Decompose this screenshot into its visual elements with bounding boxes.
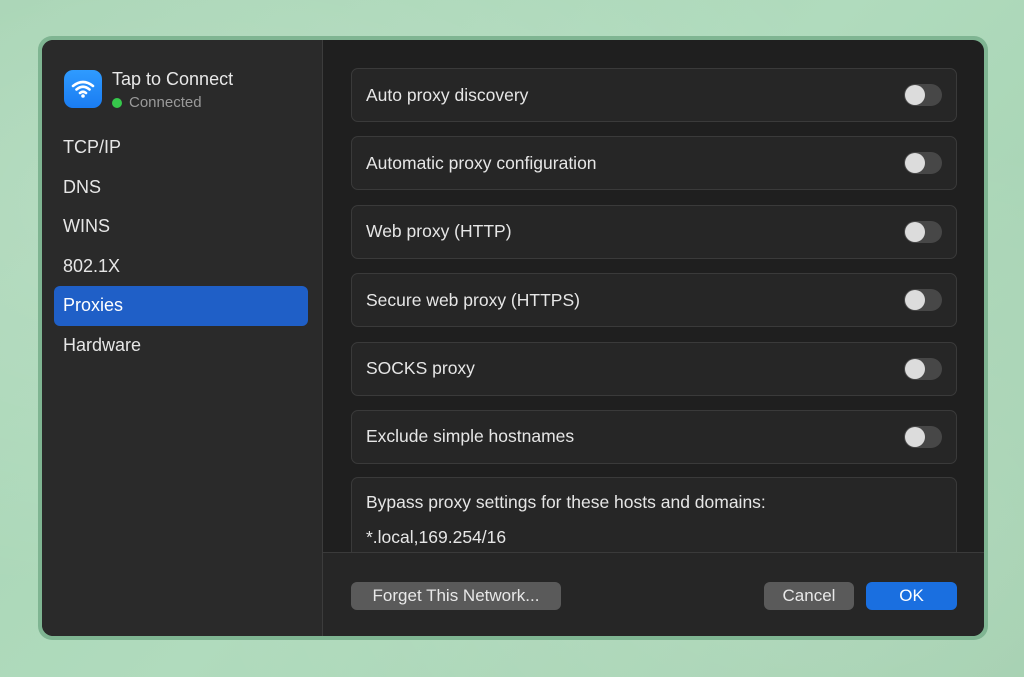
network-header: Tap to Connect Connected: [64, 68, 233, 111]
dialog-footer: Forget This Network... Cancel OK: [323, 552, 984, 636]
proxy-row-exclude-simple: Exclude simple hostnames: [351, 409, 957, 464]
cancel-button[interactable]: Cancel: [764, 582, 854, 610]
sidebar: Tap to Connect Connected TCP/IP DNS WINS…: [42, 40, 323, 636]
forget-network-button[interactable]: Forget This Network...: [351, 582, 561, 610]
network-status-text: Connected: [129, 94, 202, 111]
sidebar-item-dns[interactable]: DNS: [54, 168, 308, 208]
network-status: Connected: [112, 94, 233, 111]
proxy-row-label: Automatic proxy configuration: [366, 152, 597, 173]
proxy-row-https: Secure web proxy (HTTPS): [351, 273, 957, 328]
sidebar-item-8021x[interactable]: 802.1X: [54, 247, 308, 287]
proxy-row-auto-config: Automatic proxy configuration: [351, 136, 957, 191]
proxy-row-label: SOCKS proxy: [366, 358, 475, 379]
sidebar-item-wins[interactable]: WINS: [54, 207, 308, 247]
proxies-panel: Auto proxy discovery Automatic proxy con…: [323, 40, 984, 636]
wifi-icon: [64, 70, 102, 108]
network-settings-window: Tap to Connect Connected TCP/IP DNS WINS…: [38, 36, 988, 640]
proxy-row-label: Web proxy (HTTP): [366, 221, 512, 242]
proxy-row-label: Auto proxy discovery: [366, 84, 529, 105]
web-proxy-http-toggle[interactable]: [904, 220, 942, 243]
connected-status-dot-icon: [112, 97, 122, 108]
ok-button[interactable]: OK: [866, 582, 957, 610]
proxy-row-auto-discovery: Auto proxy discovery: [351, 68, 957, 122]
proxy-row-label: Secure web proxy (HTTPS): [366, 289, 580, 310]
toggle-knob: [905, 290, 925, 311]
sidebar-nav: TCP/IP DNS WINS 802.1X Proxies Hardware: [54, 128, 308, 365]
window-content: Tap to Connect Connected TCP/IP DNS WINS…: [42, 40, 984, 636]
auto-proxy-discovery-toggle[interactable]: [904, 84, 942, 106]
bypass-proxy-label: Bypass proxy settings for these hosts an…: [366, 492, 766, 512]
sidebar-item-tcpip[interactable]: TCP/IP: [54, 128, 308, 168]
toggle-knob: [905, 153, 925, 174]
toggle-knob: [905, 426, 925, 447]
proxy-options-list: Auto proxy discovery Automatic proxy con…: [351, 68, 957, 478]
toggle-knob: [905, 358, 925, 379]
proxy-row-http: Web proxy (HTTP): [351, 204, 957, 259]
network-info: Tap to Connect Connected: [112, 68, 233, 111]
exclude-simple-hostnames-toggle[interactable]: [904, 425, 942, 448]
toggle-knob: [905, 85, 925, 105]
proxy-row-label: Exclude simple hostnames: [366, 426, 575, 447]
sidebar-item-proxies[interactable]: Proxies: [54, 286, 308, 326]
automatic-proxy-configuration-toggle[interactable]: [904, 152, 942, 175]
proxy-row-socks: SOCKS proxy: [351, 341, 957, 396]
bypass-proxy-value[interactable]: *.local,169.254/16: [366, 527, 942, 548]
network-name: Tap to Connect: [112, 69, 234, 89]
socks-proxy-toggle[interactable]: [904, 357, 942, 380]
secure-web-proxy-https-toggle[interactable]: [904, 289, 942, 312]
sidebar-item-hardware[interactable]: Hardware: [54, 326, 308, 366]
toggle-knob: [905, 221, 925, 242]
